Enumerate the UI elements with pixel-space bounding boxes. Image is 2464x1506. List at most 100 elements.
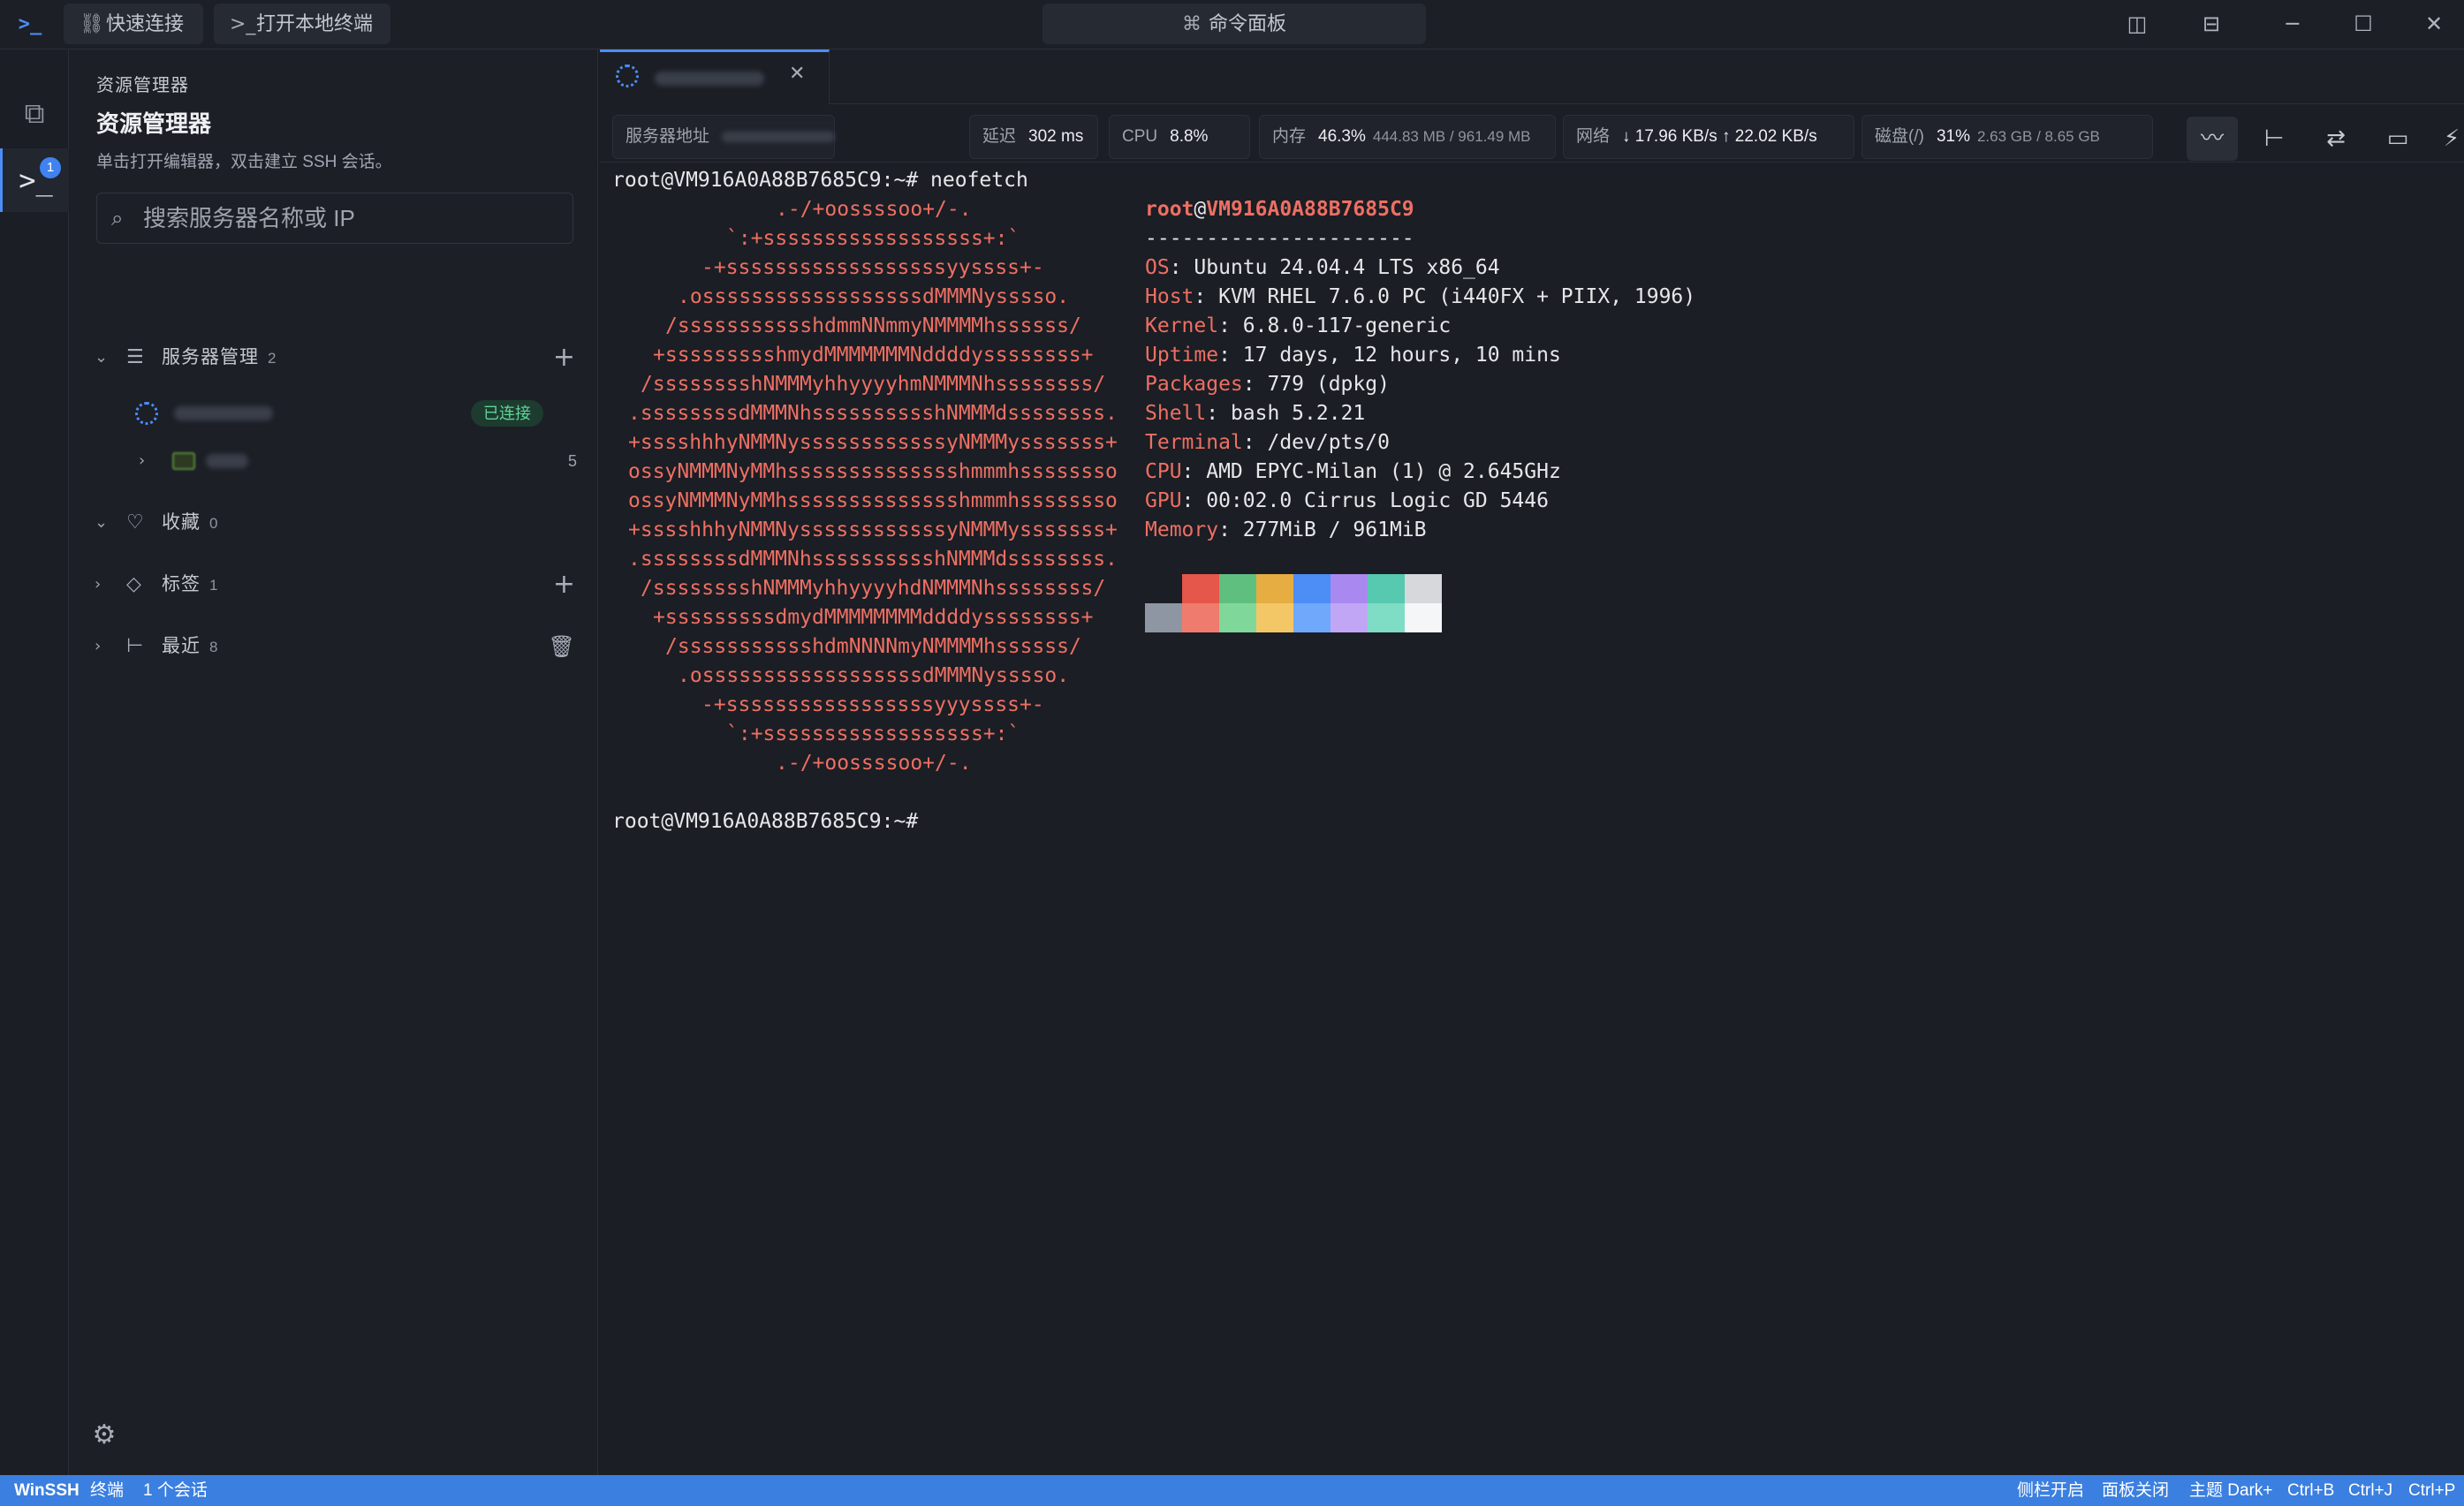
add-tag-icon[interactable]: + — [553, 565, 575, 604]
disk-label: 磁盘(/) — [1875, 127, 1924, 146]
folder-item[interactable]: › 5 — [87, 440, 582, 482]
command-key-icon: ⌘ — [1181, 13, 1202, 35]
chevron-right-icon: › — [95, 575, 102, 594]
section-server-management[interactable]: ⌄ ☰ 服务器管理 2 + — [87, 338, 582, 377]
tab-session[interactable]: ✕ — [600, 49, 830, 104]
command-palette-button[interactable]: ⌘ 命令面板 — [1042, 4, 1426, 44]
palette-swatch — [1256, 603, 1293, 632]
info-line: Packages: 779 (dpkg) — [1145, 370, 1390, 399]
status-badge: 已连接 — [471, 400, 543, 427]
network-label: 网络 — [1576, 127, 1611, 146]
info-line: Shell: bash 5.2.21 — [1145, 399, 1365, 428]
section-count: 2 — [268, 350, 277, 367]
terminal-window-icon[interactable]: ▭ — [2372, 117, 2423, 161]
ubuntu-icon — [135, 402, 158, 425]
chevron-down-icon: ⌄ — [95, 513, 109, 532]
section-count: 1 — [209, 577, 219, 594]
toggle-sidebar-icon[interactable]: ◫ — [2117, 5, 2157, 42]
info-line: GPU: 00:02.0 Cirrus Logic GD 5446 — [1145, 487, 1549, 516]
sidebar-title: 资源管理器 — [96, 110, 212, 137]
network-chip: 网络 ↓ 17.96 KB/s ↑ 22.02 KB/s — [1563, 115, 1854, 159]
close-window-button[interactable]: ✕ — [2414, 5, 2454, 42]
info-line: Memory: 277MiB / 961MiB — [1145, 516, 1427, 545]
terminal-output[interactable]: root@VM916A0A88B7685C9:~# neofetch .-/+o… — [600, 166, 2464, 1475]
server-item[interactable]: 已连接 — [87, 392, 582, 435]
theme-status[interactable]: 主题 Dark+ — [2189, 1475, 2273, 1506]
sidebar-caption: 资源管理器 — [96, 76, 189, 95]
app-name: WinSSH — [14, 1481, 80, 1500]
palette-swatch — [1331, 574, 1368, 603]
logo-line: `:+ssssssssssssssssss+:` — [726, 227, 1020, 250]
explorer-icon[interactable]: ⧉ — [0, 81, 69, 145]
info-line: Terminal: /dev/pts/0 — [1145, 428, 1390, 458]
palette-swatch — [1405, 603, 1442, 632]
search-icon: ⌕ — [111, 206, 124, 231]
info-line: Kernel: 6.8.0-117-generic — [1145, 312, 1451, 341]
file-tree-icon[interactable]: ⊢ — [2248, 117, 2300, 161]
add-server-icon[interactable]: + — [553, 338, 575, 377]
palette-swatch — [1182, 574, 1219, 603]
folder-count: 5 — [567, 452, 577, 470]
monitor-pulse-icon[interactable]: 〰 — [2187, 117, 2238, 161]
user-host-line: root@VM916A0A88B7685C9 — [1145, 195, 1414, 224]
open-local-terminal-button[interactable]: >_打开本地终端 — [214, 4, 390, 44]
terminal-sessions-icon[interactable]: >_ 1 — [0, 148, 69, 212]
section-favorites[interactable]: ⌄ ♡ 收藏 0 — [87, 503, 582, 542]
info-value: : 277MiB / 961MiB — [1218, 518, 1427, 541]
title-bar: >_ ⛓快速连接 >_打开本地终端 ⌘ 命令面板 ◫ ⊟ ─ ☐ ✕ — [0, 0, 2464, 49]
palette-swatch — [1368, 574, 1405, 603]
info-value: : /dev/pts/0 — [1242, 431, 1390, 454]
section-recent[interactable]: › ⊢ 最近 8 🗑 — [87, 627, 582, 666]
logo-line: +sssshhhyNMMNyssssssssssssyNMMMysssssss+ — [628, 518, 1118, 541]
quick-connect-button[interactable]: ⛓快速连接 — [64, 4, 203, 44]
network-value: ↓ 17.96 KB/s ↑ 22.02 KB/s — [1622, 127, 1817, 146]
address-label: 服务器地址 — [625, 127, 710, 146]
info-key: Host — [1145, 285, 1194, 308]
palette-swatch — [1331, 603, 1368, 632]
tab-strip: ✕ — [600, 49, 2464, 104]
info-value: : KVM RHEL 7.6.0 PC (i440FX + PIIX, 1996… — [1194, 285, 1696, 308]
close-tab-icon[interactable]: ✕ — [789, 63, 805, 85]
info-key: Memory — [1145, 518, 1219, 541]
trash-icon[interactable]: 🗑 — [549, 627, 575, 666]
settings-sliders-icon[interactable]: ⚙ — [84, 1415, 125, 1456]
quick-connect-label: 快速连接 — [106, 12, 185, 34]
minimize-button[interactable]: ─ — [2272, 5, 2313, 42]
sidebar-toggle-status[interactable]: 侧栏开启 — [2017, 1475, 2084, 1506]
search-input[interactable] — [143, 193, 567, 243]
command-palette-label: 命令面板 — [1208, 12, 1286, 34]
activity-bar: ⧉ >_ 1 — [0, 49, 69, 1475]
logo-line: -+sssssssssssssssssyyyssss+- — [701, 693, 1044, 716]
port-forward-icon[interactable]: ⇄ — [2310, 117, 2362, 161]
address-redacted — [722, 131, 836, 142]
ubuntu-icon — [616, 64, 639, 87]
toggle-panel-icon[interactable]: ⊟ — [2191, 5, 2232, 42]
chevron-right-icon: › — [139, 451, 146, 470]
info-line: CPU: AMD EPYC-Milan (1) @ 2.645GHz — [1145, 458, 1561, 487]
heart-icon: ♡ — [126, 511, 144, 534]
session-count: 1 个会话 — [143, 1481, 208, 1500]
shortcut-j: Ctrl+J — [2348, 1481, 2393, 1500]
info-value: : 00:02.0 Cirrus Logic GD 5446 — [1181, 489, 1549, 512]
main-area: ✕ 服务器地址 延迟 302 ms CPU 8.8% 内存 46.3% 444.83 M… — [600, 49, 2464, 1475]
disk-detail: 2.63 GB / 8.65 GB — [1976, 128, 2100, 145]
server-stack-icon: ☰ — [126, 346, 144, 368]
info-value: : AMD EPYC-Milan (1) @ 2.645GHz — [1181, 460, 1561, 483]
separator-line: ---------------------- — [1145, 227, 1414, 250]
logo-line: .-/+oossssoo+/-. — [776, 752, 972, 775]
info-line: Uptime: 17 days, 12 hours, 10 mins — [1145, 341, 1561, 370]
maximize-button[interactable]: ☐ — [2343, 5, 2384, 42]
info-key: OS — [1145, 256, 1170, 279]
logo-line: +ssssssssshmydMMMMMMMNddddyssssssss+ — [653, 344, 1094, 367]
logo-line: .ssssssssdMMMNhsssssssssshNMMMdssssssss. — [628, 402, 1118, 425]
section-tags[interactable]: › ◇ 标签 1 + — [87, 565, 582, 604]
logo-line: +sssssssssdmydMMMMMMMMddddyssssssss+ — [653, 606, 1094, 629]
disconnect-plug-icon[interactable]: ⚡ — [2434, 117, 2464, 161]
panel-toggle-status[interactable]: 面板关闭 — [2102, 1475, 2169, 1506]
palette-swatch — [1368, 603, 1405, 632]
logo-line: /sssssssshNMMMyhhyyyyhmNMMMNhssssssss/ — [641, 373, 1106, 396]
logo-line: .ossssssssssssssssssdMMMNysssso. — [678, 664, 1070, 687]
memory-label: 内存 — [1272, 127, 1307, 146]
memory-chip: 内存 46.3% 444.83 MB / 961.49 MB — [1259, 115, 1556, 159]
section-label: 收藏 — [162, 512, 201, 533]
